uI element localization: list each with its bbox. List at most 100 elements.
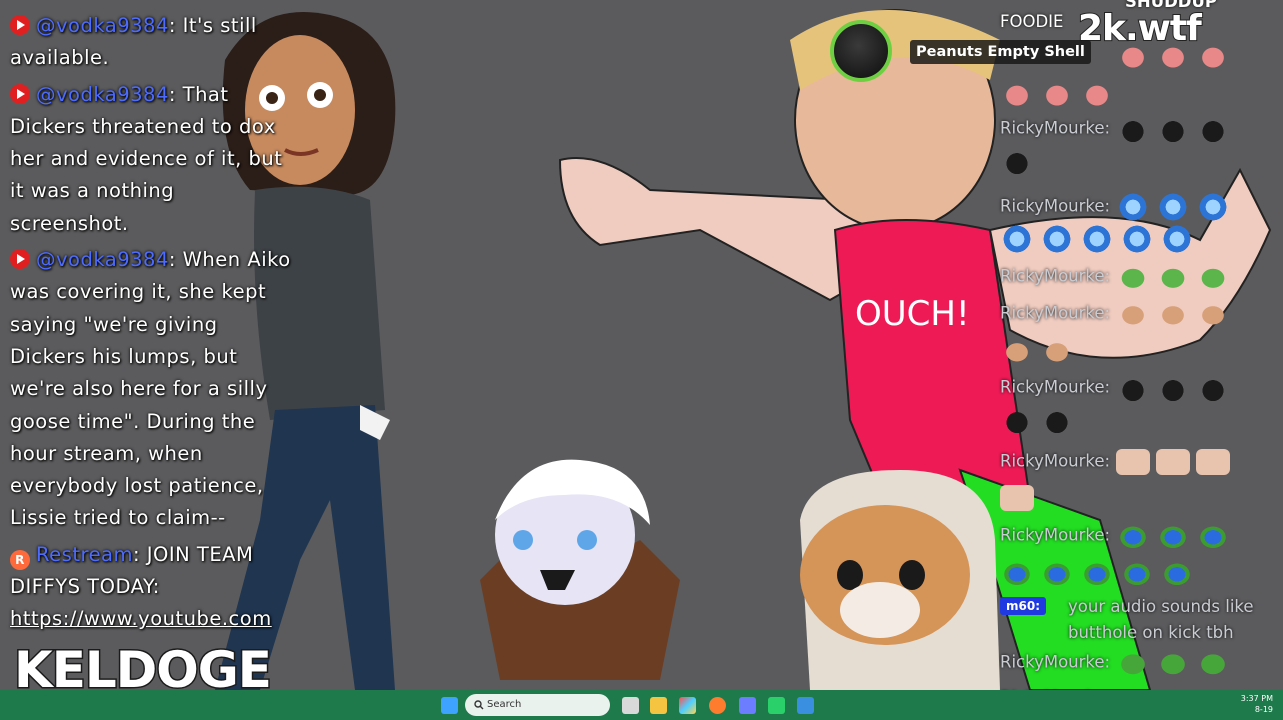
frog-emote-icon	[1000, 560, 1034, 586]
store-icon[interactable]	[679, 697, 696, 714]
blue-face-emote-icon	[1080, 222, 1114, 256]
black-cat-emote-icon	[1040, 407, 1074, 433]
site-watermark: 2k.wtf	[1077, 7, 1203, 50]
pepe-emote-icon	[1116, 650, 1151, 676]
black-cat-emote-icon	[1196, 375, 1231, 401]
app-icon[interactable]	[768, 697, 785, 714]
black-cat-emote-icon	[1000, 148, 1034, 174]
pepe-emote-icon	[1116, 264, 1151, 290]
chat-message: R Restream: JOIN TEAM DIFFYS TODAY: https…	[10, 542, 272, 631]
chat-author[interactable]: RickyMourke:	[1000, 653, 1110, 672]
stream-screen: OUCH! @vodka9384: It's still available. …	[0, 0, 1283, 720]
frog-emote-icon	[1156, 523, 1191, 549]
firefox-icon[interactable]	[709, 697, 726, 714]
pink-emote-icon	[1040, 80, 1074, 106]
kitten-emote-icon	[1116, 301, 1151, 327]
chat-row: RickyMourke:	[1000, 190, 1231, 224]
ouch-shirt-text: OUCH!	[855, 294, 970, 334]
chat-text: your audio sounds like butthole on kick …	[1068, 597, 1254, 642]
app-icon[interactable]	[797, 697, 814, 714]
chat-row	[1000, 222, 1194, 256]
black-cat-emote-icon	[1116, 116, 1151, 142]
chat-author[interactable]: Restream	[36, 543, 133, 566]
youtube-icon	[10, 15, 30, 35]
blue-face-emote-icon	[1000, 222, 1034, 256]
youtube-icon	[10, 83, 30, 104]
notification-name: Peanuts Empty Shell	[910, 40, 1091, 64]
chat-message: @vodka9384: That Dickers threatened to d…	[10, 82, 283, 235]
hand-emote-icon	[1196, 449, 1231, 475]
right-chat-panel: SHUDDUP FOODIE RickyMourke: RickyMourke:…	[1000, 0, 1283, 720]
chat-row: RickyMourke:	[1000, 116, 1231, 142]
chat-author[interactable]: RickyMourke:	[1000, 197, 1110, 216]
kitten-emote-icon	[1040, 338, 1074, 364]
chat-author[interactable]: RickyMourke:	[1000, 452, 1110, 471]
black-cat-emote-icon	[1156, 375, 1191, 401]
restream-icon: R	[10, 549, 30, 570]
chat-author[interactable]: RickyMourke:	[1000, 304, 1110, 323]
black-cat-emote-icon	[1156, 116, 1191, 142]
chat-message: @vodka9384: When Aiko was covering it, s…	[10, 248, 291, 530]
black-cat-emote-icon	[1196, 116, 1231, 142]
taskbar-clock[interactable]: 3:37 PM 8-19	[1241, 693, 1273, 715]
chat-author[interactable]: RickyMourke:	[1000, 267, 1110, 286]
frog-emote-icon	[1196, 523, 1231, 549]
kitten-emote-icon	[1156, 301, 1191, 327]
chat-message: @vodka9384: It's still available.	[10, 14, 257, 70]
black-cat-emote-icon	[1000, 407, 1034, 433]
blue-face-emote-icon	[1156, 190, 1191, 224]
chat-text: When Aiko was covering it, she kept sayi…	[10, 248, 291, 530]
kitten-emote-icon	[1000, 338, 1034, 364]
hand-emote-icon	[1000, 485, 1034, 511]
frog-emote-icon	[1080, 560, 1114, 586]
clock-date: 8-19	[1254, 705, 1273, 714]
task-view-icon[interactable]	[622, 697, 639, 714]
chat-author[interactable]: @vodka9384	[36, 83, 169, 106]
pepe-emote-icon	[1156, 650, 1191, 676]
chat-author[interactable]: RickyMourke:	[1000, 119, 1110, 138]
chat-row: RickyMourke:	[1000, 264, 1231, 290]
youtube-icon	[10, 249, 30, 270]
chat-row	[1000, 407, 1074, 433]
blue-face-emote-icon	[1116, 190, 1151, 224]
frog-emote-icon	[1160, 560, 1194, 586]
cartoon-bat-creature	[480, 459, 680, 680]
hand-emote-icon	[1156, 449, 1191, 475]
chat-link[interactable]: https://www.youtube.com	[10, 607, 272, 630]
avatar	[830, 20, 892, 82]
search-placeholder: Search	[487, 699, 522, 710]
chat-row	[1000, 485, 1034, 511]
blue-face-emote-icon	[1040, 222, 1074, 256]
search-icon	[474, 700, 484, 710]
taskbar-search[interactable]: Search	[465, 694, 610, 716]
file-explorer-icon[interactable]	[650, 697, 667, 714]
kitten-emote-icon	[1196, 301, 1231, 327]
chat-row	[1000, 148, 1034, 174]
pink-emote-icon	[1196, 42, 1231, 68]
blue-face-emote-icon	[1120, 222, 1154, 256]
hand-emote-icon	[1116, 449, 1151, 475]
clock-time: 3:37 PM	[1240, 694, 1273, 703]
left-chat-panel: @vodka9384: It's still available. @vodka…	[10, 10, 295, 640]
cartoon-cat	[800, 470, 1000, 690]
chat-author[interactable]: RickyMourke:	[1000, 526, 1110, 545]
blue-face-emote-icon	[1196, 190, 1231, 224]
discord-icon[interactable]	[739, 697, 756, 714]
pepe-emote-icon	[1196, 264, 1231, 290]
chat-row: RickyMourke:	[1000, 375, 1231, 401]
chat-row	[1000, 560, 1194, 586]
frog-emote-icon	[1040, 560, 1074, 586]
user-badge[interactable]: m60:	[1000, 597, 1047, 615]
blue-face-emote-icon	[1160, 222, 1194, 256]
chat-author[interactable]: @vodka9384	[36, 14, 169, 37]
frog-emote-icon	[1120, 560, 1154, 586]
pepe-emote-icon	[1156, 264, 1191, 290]
windows-start-icon[interactable]	[441, 697, 458, 714]
chat-author[interactable]: RickyMourke:	[1000, 378, 1110, 397]
keldoge-logo: KELDOGE	[13, 640, 274, 701]
chat-row: RickyMourke:	[1000, 449, 1231, 475]
black-cat-emote-icon	[1116, 375, 1151, 401]
chat-author[interactable]: @vodka9384	[36, 248, 169, 271]
chat-row: RickyMourke:	[1000, 650, 1231, 676]
pink-emote-icon	[1000, 80, 1034, 106]
